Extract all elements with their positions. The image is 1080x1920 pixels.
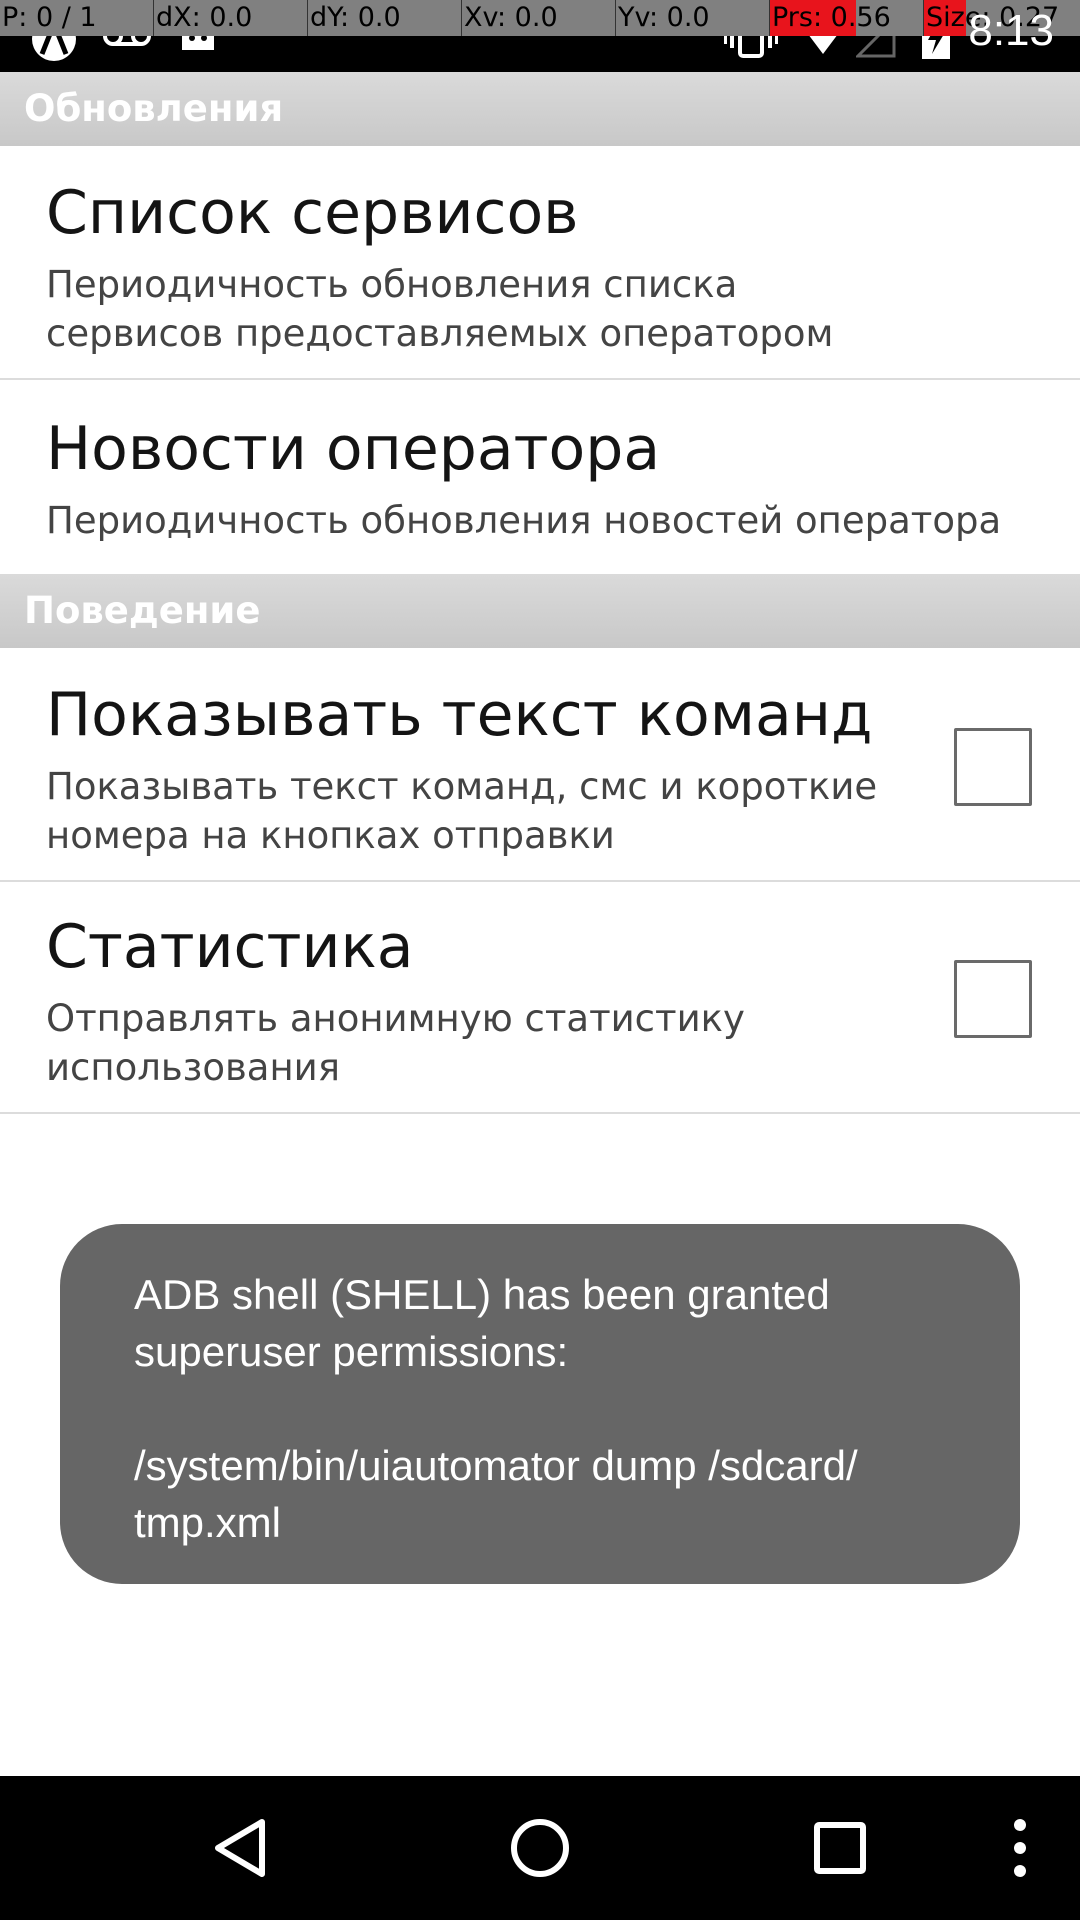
home-icon <box>511 1819 569 1877</box>
divider <box>0 1112 1080 1114</box>
debug-yv: Yv: 0.0 <box>616 0 770 36</box>
pref-title: Статистика <box>46 912 414 982</box>
section-header-updates: Обновления <box>0 72 1080 146</box>
pref-operator-news[interactable]: Новости оператора Периодичность обновлен… <box>0 414 1080 545</box>
debug-dy: dY: 0.0 <box>308 0 462 36</box>
recents-button[interactable] <box>800 1776 880 1920</box>
recents-icon <box>814 1822 866 1874</box>
back-button[interactable] <box>200 1776 280 1920</box>
section-header-behavior: Поведение <box>0 574 1080 648</box>
pointer-debug-overlay: P: 0 / 1 dX: 0.0 dY: 0.0 Xv: 0.0 Yv: 0.0… <box>0 0 1080 36</box>
home-button[interactable] <box>500 1776 580 1920</box>
debug-xv: Xv: 0.0 <box>462 0 616 36</box>
pref-show-command-text[interactable]: Показывать текст команд Показывать текст… <box>0 680 1080 860</box>
debug-dx: dX: 0.0 <box>154 0 308 36</box>
status-bar-clock: 8:13 <box>968 6 1054 55</box>
debug-pressure: Prs: 0.56 <box>770 0 924 36</box>
overflow-menu-icon <box>1014 1819 1026 1877</box>
pref-statistics[interactable]: Статистика Отправлять анонимную статисти… <box>0 912 1080 1092</box>
pref-summary: Периодичность обновления новостей операт… <box>46 499 1002 542</box>
back-icon <box>215 1819 265 1877</box>
show-command-text-checkbox[interactable] <box>954 728 1032 806</box>
pref-summary: Периодичность обновления списка сервисов… <box>46 263 834 355</box>
debug-pointer-count: P: 0 / 1 <box>0 0 154 36</box>
pref-services-list[interactable]: Список сервисов Периодичность обновления… <box>0 178 1080 358</box>
pref-title: Новости оператора <box>46 414 661 484</box>
statistics-checkbox[interactable] <box>954 960 1032 1038</box>
pref-title: Показывать текст команд <box>46 680 873 750</box>
superuser-toast: ADB shell (SHELL) has been granted super… <box>60 1224 1020 1584</box>
divider <box>0 880 1080 882</box>
navigation-bar <box>0 1776 1080 1920</box>
pref-summary: Отправлять анонимную статистику использо… <box>46 997 745 1089</box>
pref-summary: Показывать текст команд, смс и короткие … <box>46 765 878 857</box>
pref-title: Список сервисов <box>46 178 579 248</box>
divider <box>0 378 1080 380</box>
overflow-menu-button[interactable] <box>1000 1776 1040 1920</box>
